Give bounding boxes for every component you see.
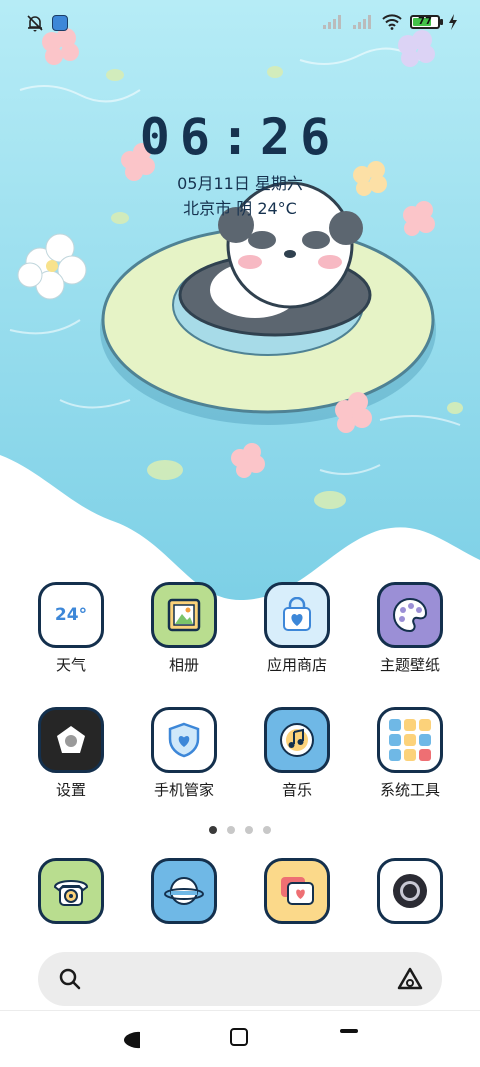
app-gallery[interactable]: 相册	[134, 582, 234, 675]
dock-messages[interactable]	[247, 858, 347, 924]
page-dot[interactable]	[227, 826, 235, 834]
assistant-icon[interactable]	[396, 966, 424, 992]
page-dot[interactable]	[245, 826, 253, 834]
app-weather[interactable]: 24° 天气	[21, 582, 121, 675]
app-security[interactable]: 手机管家	[134, 707, 234, 800]
mute-bell-icon	[27, 15, 43, 32]
dock-phone[interactable]	[21, 858, 121, 924]
signal-icon	[353, 15, 371, 29]
browser-icon	[151, 858, 217, 924]
phone-icon	[38, 858, 104, 924]
clock-date: 05月11日 星期六	[177, 174, 303, 193]
app-label: 应用商店	[266, 656, 327, 674]
charging-icon	[449, 14, 457, 30]
back-icon[interactable]	[122, 1031, 142, 1049]
messages-icon	[264, 858, 330, 924]
tools-folder-icon	[377, 707, 443, 773]
dock-camera[interactable]	[360, 858, 460, 924]
app-label: 天气	[55, 656, 86, 674]
search-input[interactable]	[98, 964, 362, 996]
wallpaper	[0, 0, 480, 600]
app-label: 系统工具	[379, 781, 440, 799]
weather-icon-temp: 24°	[54, 605, 88, 625]
app-music[interactable]: 音乐	[247, 707, 347, 800]
page-dot[interactable]	[209, 826, 217, 834]
search-bar[interactable]	[38, 952, 442, 1006]
app-store[interactable]: 应用商店	[247, 582, 347, 675]
status-bar: 77	[0, 0, 480, 50]
app-label: 设置	[55, 781, 86, 799]
settings-icon	[38, 707, 104, 773]
weather-summary[interactable]: 北京市 阴 24°C	[0, 195, 480, 219]
camera-icon	[377, 858, 443, 924]
music-icon	[264, 707, 330, 773]
app-label: 主题壁纸	[379, 656, 440, 674]
search-icon[interactable]	[58, 967, 82, 991]
battery-level: 77	[418, 16, 432, 27]
gallery-icon	[151, 582, 217, 648]
app-label: 相册	[168, 656, 199, 674]
app-store-icon	[264, 582, 330, 648]
security-icon	[151, 707, 217, 773]
app-theme[interactable]: 主题壁纸	[360, 582, 460, 675]
theme-icon	[377, 582, 443, 648]
signal-icon	[323, 15, 341, 29]
navigation-bar	[0, 1010, 480, 1067]
wifi-icon	[382, 14, 402, 30]
page-dot[interactable]	[263, 826, 271, 834]
weather-icon: 24°	[38, 582, 104, 648]
app-notification-icon	[52, 15, 68, 31]
home-icon[interactable]	[230, 1028, 248, 1046]
recents-icon[interactable]	[340, 1029, 358, 1033]
battery-icon: 77	[410, 15, 443, 29]
app-label: 手机管家	[153, 781, 214, 799]
app-settings[interactable]: 设置	[21, 707, 121, 800]
page-indicator[interactable]	[0, 826, 480, 834]
app-label: 音乐	[281, 781, 312, 799]
app-tools-folder[interactable]: 系统工具	[360, 707, 460, 800]
dock-browser[interactable]	[134, 858, 234, 924]
clock-time[interactable]: 06:26	[0, 108, 480, 166]
